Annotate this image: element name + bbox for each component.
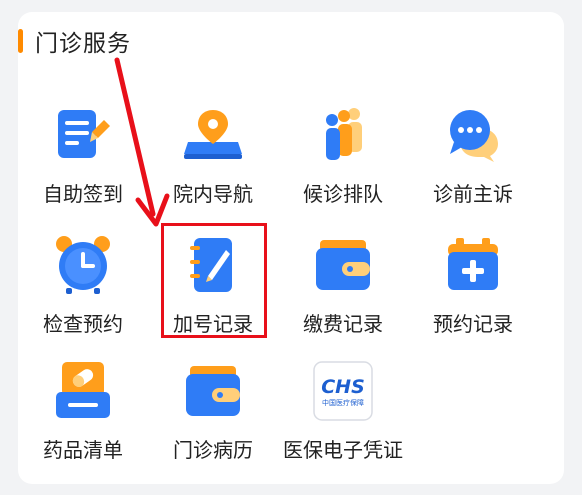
grid-item-pre-visit-complaint[interactable]: 诊前主诉 xyxy=(408,102,538,222)
grid-item-hospital-navigation[interactable]: 院内导航 xyxy=(148,102,278,222)
grid-item-label: 诊前主诉 xyxy=(433,182,513,206)
chs-insurance-logo-icon: CHS 中国医疗保障 xyxy=(310,358,376,424)
grid-item-medication-list[interactable]: 药品清单 xyxy=(18,358,148,478)
wallet-icon xyxy=(310,232,376,298)
grid-item-label: 检查预约 xyxy=(43,312,123,336)
grid-item-exam-appointment[interactable]: 检查预约 xyxy=(18,232,148,352)
grid-item-label: 门诊病历 xyxy=(173,438,253,462)
chs-logo-text: CHS xyxy=(321,376,365,398)
pill-tray-icon xyxy=(50,358,116,424)
grid-item-label: 候诊排队 xyxy=(303,182,383,206)
grid-item-label: 院内导航 xyxy=(173,182,253,206)
queue-people-icon xyxy=(310,102,376,168)
section-title: 门诊服务 xyxy=(35,31,131,57)
medical-plus-box-icon xyxy=(440,232,506,298)
grid-item-appointment-records[interactable]: 预约记录 xyxy=(408,232,538,352)
grid-item-medical-insurance-voucher[interactable]: CHS 中国医疗保障 医保电子凭证 xyxy=(278,358,408,478)
alarm-clock-icon xyxy=(50,232,116,298)
section-accent-bar xyxy=(18,29,23,53)
chs-logo-subtext: 中国医疗保障 xyxy=(322,398,364,407)
grid-item-outpatient-medical-records[interactable]: 门诊病历 xyxy=(148,358,278,478)
sign-in-form-icon xyxy=(50,102,116,168)
highlight-box xyxy=(161,223,267,338)
grid-item-label: 医保电子凭证 xyxy=(283,438,403,462)
wallet-folder-icon xyxy=(180,358,246,424)
grid-item-label: 药品清单 xyxy=(43,438,123,462)
grid-item-payment-records[interactable]: 缴费记录 xyxy=(278,232,408,352)
chat-bubble-icon xyxy=(440,102,506,168)
location-map-icon xyxy=(180,102,246,168)
grid-item-label: 预约记录 xyxy=(433,312,513,336)
grid-item-label: 缴费记录 xyxy=(303,312,383,336)
grid-item-label: 自助签到 xyxy=(43,182,123,206)
grid-item-self-checkin[interactable]: 自助签到 xyxy=(18,102,148,222)
section-header: 门诊服务 xyxy=(18,26,131,57)
grid-item-waiting-queue[interactable]: 候诊排队 xyxy=(278,102,408,222)
